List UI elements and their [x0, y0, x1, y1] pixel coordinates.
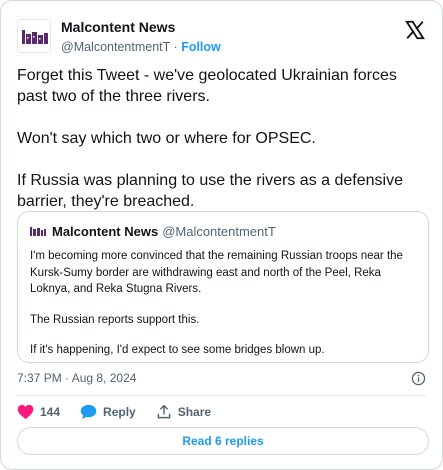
- quoted-tweet[interactable]: Malcontent News @MalcontentmentT I'm bec…: [17, 211, 429, 363]
- quoted-paragraph: The Russian reports support this.: [30, 313, 200, 326]
- reply-label: Reply: [103, 405, 136, 419]
- read-replies-button[interactable]: Read 6 replies: [17, 427, 429, 455]
- follow-link[interactable]: Follow: [181, 40, 221, 54]
- x-logo-icon[interactable]: [404, 19, 426, 41]
- tweet-timestamp[interactable]: 7:37 PM · Aug 8, 2024: [17, 371, 136, 385]
- quoted-tweet-text: I'm becoming more convinced that the rem…: [30, 248, 416, 359]
- tweet-header: Malcontent News @MalcontentmentT · Follo…: [17, 17, 426, 57]
- quoted-handle: @MalcontentmentT: [162, 223, 276, 239]
- divider: [17, 395, 426, 396]
- tweet-text: Forget this Tweet - we've geolocated Ukr…: [17, 65, 429, 212]
- share-button[interactable]: Share: [156, 404, 211, 420]
- tweet-embed-card: Malcontent News @MalcontentmentT · Follo…: [0, 0, 443, 470]
- tweet-actions: 144 Reply Share: [17, 402, 231, 422]
- handle-separator: ·: [173, 40, 178, 54]
- like-count: 144: [40, 405, 61, 419]
- author-handle[interactable]: @MalcontentmentT: [61, 40, 170, 54]
- author-name-block: Malcontent News @MalcontentmentT · Follo…: [61, 18, 221, 56]
- quoted-paragraph: If it's happening, I'd expect to see som…: [30, 344, 325, 356]
- reply-bubble-icon: [80, 404, 97, 420]
- quoted-tweet-header: Malcontent News @MalcontentmentT: [30, 222, 416, 240]
- heart-icon: [17, 404, 34, 420]
- quoted-author-avatar: [30, 227, 46, 236]
- tweet-paragraph: If Russia was planning to use the rivers…: [17, 172, 403, 210]
- share-icon: [157, 404, 171, 419]
- author-avatar[interactable]: [17, 19, 51, 53]
- like-button[interactable]: 144: [17, 404, 60, 420]
- author-display-name[interactable]: Malcontent News: [61, 18, 221, 36]
- share-label: Share: [177, 405, 212, 419]
- info-icon[interactable]: [411, 371, 426, 386]
- quoted-display-name: Malcontent News: [52, 223, 159, 239]
- tweet-paragraph: Won't say which two or where for OPSEC.: [17, 130, 316, 147]
- reply-button[interactable]: Reply: [80, 404, 136, 420]
- tweet-paragraph: Forget this Tweet - we've geolocated Ukr…: [17, 67, 397, 105]
- quoted-paragraph: I'm becoming more convinced that the rem…: [30, 250, 403, 295]
- author-handle-line: @MalcontentmentT · Follow: [61, 38, 221, 56]
